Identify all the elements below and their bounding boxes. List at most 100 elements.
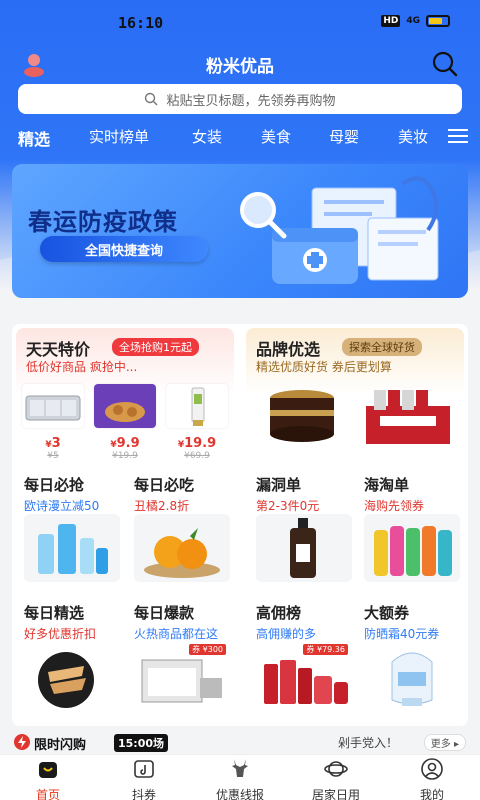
- music-note-icon: [134, 760, 154, 778]
- grid-subtitle: 高佣赚的多: [256, 627, 317, 641]
- promo-tag: 全场抢购1元起: [112, 338, 199, 356]
- grid-item-gaoyong-bang[interactable]: 高佣榜 高佣赚的多 券 ¥79.36: [256, 602, 368, 710]
- product-image: [166, 384, 228, 428]
- flash-sale-label: 限时闪购: [34, 738, 87, 753]
- body-wash-bottles-image: [364, 514, 460, 582]
- deal-price: 9.9: [116, 436, 140, 451]
- status-time: 16:10: [118, 14, 164, 32]
- deal-price: 19.9: [184, 436, 217, 451]
- promo-tiantian-tejia[interactable]: 天天特价 全场抢购1元起 低价好商品 疯抢中... ¥3 ¥5 ¥9.9 ¥19…: [16, 328, 234, 462]
- skincare-bottles-image: [24, 514, 120, 582]
- product-image: [94, 384, 156, 428]
- banner-query-button[interactable]: 全国快捷查询: [40, 236, 208, 262]
- grid-item-meiri-bichi[interactable]: 每日必吃 丑橘2.8折: [134, 474, 246, 582]
- deal-price: 3: [51, 436, 61, 451]
- medical-kit-illustration: [240, 176, 439, 284]
- grid-item-haitao-dan[interactable]: 海淘单 海购先领券: [364, 474, 476, 582]
- search-input[interactable]: 粘贴宝贝标题，先领券再购物: [18, 84, 462, 114]
- promo-tag: 探索全球好货: [342, 338, 422, 356]
- more-button[interactable]: 更多 ▸: [423, 734, 466, 751]
- grid-subtitle: 欧诗漫立减50: [24, 499, 100, 513]
- lightning-icon: [14, 734, 30, 750]
- tab-home[interactable]: 首页: [8, 757, 88, 800]
- deal-item[interactable]: ¥9.9 ¥19.9: [94, 384, 156, 461]
- promo-title: 品牌优选: [256, 340, 321, 359]
- search-placeholder: 粘贴宝贝标题，先领券再购物: [166, 93, 336, 109]
- app-header: 粉米优品: [0, 44, 480, 84]
- calendar-set-image: 券 ¥300: [134, 642, 230, 710]
- promo-title: 天天特价: [26, 340, 91, 359]
- status-bar: 16:10 HD 4G: [0, 0, 480, 44]
- tab-label: 优惠线报: [215, 788, 264, 800]
- sunscreen-image: [364, 642, 460, 710]
- search-icon-small: [145, 92, 158, 106]
- deal-original-price: ¥69.9: [184, 451, 210, 461]
- promo-pinpai-youxuan[interactable]: 品牌优选 探索全球好货 精选优质好货 券后更划算: [246, 328, 464, 462]
- grid-title: 每日必抢: [24, 476, 85, 494]
- grid-title: 漏洞单: [256, 476, 302, 494]
- bottom-tab-bar: 首页 抖券 优惠线报 居家日用 我的: [0, 754, 480, 800]
- app-title: 粉米优品: [206, 57, 274, 77]
- grid-title: 大额券: [364, 604, 410, 622]
- promo-subtitle: 低价好商品 疯抢中...: [26, 360, 138, 374]
- tab-nvzhuang[interactable]: 女装: [192, 126, 222, 147]
- grid-title: 每日精选: [24, 604, 85, 622]
- grid-subtitle: 丑橘2.8折: [134, 499, 190, 513]
- grid-subtitle: 第2-3件0元: [256, 499, 320, 513]
- hd-icon: HD: [381, 15, 401, 27]
- deal-item[interactable]: ¥19.9 ¥69.9: [166, 384, 228, 461]
- tab-meizhuang[interactable]: 美妆: [398, 126, 428, 147]
- grid-title: 每日爆款: [134, 604, 195, 622]
- grid-item-loudong-dan[interactable]: 漏洞单 第2-3件0元: [256, 474, 368, 582]
- deer-icon: [232, 759, 248, 777]
- tab-jujia-riyong[interactable]: 居家日用: [296, 757, 376, 800]
- shampoo-bottle-image: [256, 514, 352, 582]
- promo-subtitle: 精选优质好货 券后更划算: [256, 360, 392, 374]
- deal-item[interactable]: ¥3 ¥5: [22, 384, 84, 461]
- home-bag-icon: [39, 762, 57, 778]
- snack-plate-image: [24, 642, 120, 710]
- tab-meishi[interactable]: 美食: [261, 126, 291, 147]
- battery-icon: [426, 15, 450, 27]
- deal-original-price: ¥5: [47, 451, 59, 461]
- tab-youhui-xianbao[interactable]: 优惠线报: [200, 757, 280, 800]
- coupon-badge: 券 ¥79.36: [303, 644, 348, 655]
- promo-banner[interactable]: 春运防疫政策 全国快捷查询: [12, 164, 468, 298]
- planet-icon: [324, 761, 348, 777]
- grid-item-meiri-baokuan[interactable]: 每日爆款 火热商品都在这 券 ¥300: [134, 602, 246, 710]
- grid-item-meiri-jingxuan[interactable]: 每日精选 好多优惠折扣: [24, 602, 136, 710]
- grid-title: 高佣榜: [256, 604, 302, 622]
- tab-label: 居家日用: [311, 788, 360, 800]
- category-tabs: 精选 实时榜单 女装 美食 母婴 美妆: [0, 124, 480, 150]
- product-image: [22, 384, 84, 428]
- flash-sale-time: 15:00场: [114, 734, 169, 752]
- banner-title: 春运防疫政策: [28, 208, 178, 236]
- tab-label: 首页: [35, 788, 60, 800]
- grid-item-dae-quan[interactable]: 大额券 防晒霜40元券: [364, 602, 476, 710]
- flash-sale-note: 剁手党入！: [338, 736, 399, 750]
- grid-item-meiri-biqiang[interactable]: 每日必抢 欧诗漫立减50: [24, 474, 136, 582]
- cream-jar-image: [270, 390, 334, 442]
- search-icon[interactable]: [430, 49, 460, 79]
- grid-subtitle: 海购先领券: [364, 499, 425, 513]
- tab-douquan[interactable]: 抖券: [104, 757, 184, 800]
- grid-subtitle: 好多优惠折扣: [24, 627, 97, 641]
- status-icons: HD 4G: [381, 15, 450, 27]
- user-icon: [421, 758, 443, 780]
- tab-shishi-bangdan[interactable]: 实时榜单: [89, 126, 149, 147]
- deal-original-price: ¥19.9: [112, 451, 138, 461]
- tab-jingxuan[interactable]: 精选: [18, 126, 50, 150]
- content-card: 天天特价 全场抢购1元起 低价好商品 疯抢中... ¥3 ¥5 ¥9.9 ¥19…: [12, 324, 468, 726]
- grid-subtitle: 防晒霜40元券: [364, 627, 440, 641]
- cosmetics-set-image: 券 ¥79.36: [256, 642, 352, 710]
- tab-label: 抖券: [131, 788, 156, 800]
- beer-case-image: [366, 390, 450, 444]
- grid-title: 海淘单: [364, 476, 410, 494]
- tab-mine[interactable]: 我的: [392, 757, 472, 800]
- tab-muying[interactable]: 母婴: [329, 126, 359, 147]
- coupon-badge: 券 ¥300: [189, 644, 226, 655]
- oranges-image: [134, 514, 230, 582]
- menu-icon[interactable]: [448, 128, 468, 144]
- flash-sale-bar: 限时闪购 15:00场 剁手党入！ 更多 ▸: [0, 730, 480, 754]
- tab-label: 我的: [419, 788, 444, 800]
